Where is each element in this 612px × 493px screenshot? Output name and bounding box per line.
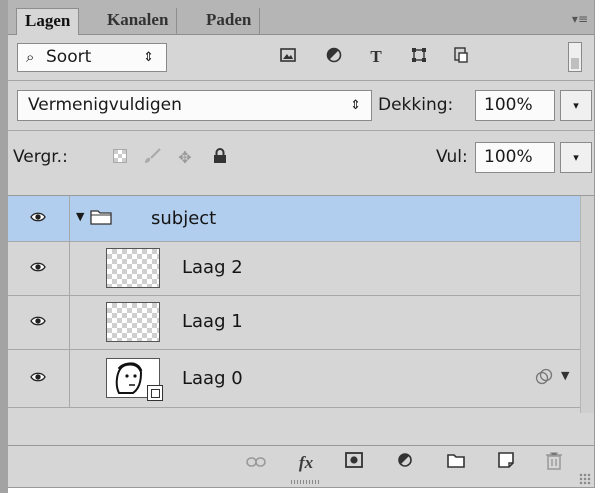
layer-row-laag-0[interactable]: Laag 0 ▼ [8,350,594,408]
layer-thumbnail[interactable] [106,358,163,401]
layer-row-laag-1[interactable]: Laag 1 [8,296,594,350]
visibility-toggle[interactable] [8,242,70,295]
eye-icon [30,315,46,331]
lock-pixels-icon[interactable] [142,148,162,168]
left-edge-bar [0,0,8,493]
delete-layer-icon[interactable] [542,452,566,474]
smart-object-badge-icon [147,385,163,401]
image-filter-icon[interactable] [278,47,298,67]
fill-label: Vul: [436,147,468,167]
shape-filter-icon[interactable] [409,47,429,67]
layer-name: Laag 1 [182,311,243,332]
layer-name: Laag 2 [182,257,243,278]
bottom-toolbar: fx [8,445,594,488]
blend-mode-select[interactable]: Vermenigvuldigen ⇕ [17,90,372,121]
smart-filter-icon[interactable] [535,368,553,390]
layer-name: Laag 0 [182,368,243,389]
lock-position-icon[interactable]: ✥ [175,148,195,168]
opacity-label: Dekking: [378,95,454,115]
divider [8,130,594,131]
new-layer-icon[interactable] [494,452,518,474]
opacity-dropdown-button[interactable]: ▾ [560,90,592,121]
type-filter-icon[interactable]: T [366,47,386,67]
folder-icon [90,209,112,229]
layers-scrollbar[interactable] [580,196,594,413]
expand-triangle-icon[interactable]: ▼ [76,210,84,223]
eye-icon [30,261,46,277]
visibility-toggle[interactable] [8,350,70,407]
add-mask-icon[interactable] [342,452,366,474]
layer-row-laag-2[interactable]: Laag 2 [8,242,594,296]
panel-menu-icon[interactable]: ▾≡ [572,12,588,26]
tab-kanalen[interactable]: Kanalen [99,8,178,34]
corner-resize-handle[interactable] [579,473,591,485]
layer-thumbnail[interactable] [106,302,160,342]
link-layers-icon[interactable] [244,452,268,474]
search-icon: ⌕ [26,48,35,66]
filter-toggle-switch[interactable] [568,42,582,72]
fx-icon[interactable]: fx [294,452,318,474]
eye-icon [30,371,46,387]
select-arrows-icon: ⇕ [350,98,361,113]
opacity-input[interactable]: 100% [475,90,555,121]
filter-kind-label: Soort [46,47,92,67]
fill-input[interactable]: 100% [475,142,555,173]
new-adjustment-icon[interactable] [394,452,418,474]
fill-dropdown-button[interactable]: ▾ [560,142,592,173]
layer-name: subject [151,208,217,229]
visibility-toggle[interactable] [8,196,70,241]
tab-lagen[interactable]: Lagen [16,8,80,35]
lock-transparency-icon[interactable] [110,148,130,168]
layers-list: ▼ subject Laag 2 Laag 1 Laag 0 ▼ [8,195,594,413]
tab-strip: Lagen Kanalen Paden ▾≡ [8,0,594,35]
lock-all-icon[interactable] [210,148,230,168]
layer-thumbnail[interactable] [106,248,160,288]
lock-label: Vergr.: [13,147,68,167]
eye-icon [30,211,46,227]
blend-mode-value: Vermenigvuldigen [28,95,182,115]
adjustment-filter-icon[interactable] [324,47,344,67]
resize-grip[interactable] [291,480,321,484]
new-group-icon[interactable] [444,452,468,474]
divider [8,80,594,81]
expand-effects-icon[interactable]: ▼ [561,369,569,382]
tab-paden[interactable]: Paden [198,8,261,34]
layers-panel: Lagen Kanalen Paden ▾≡ ⌕ Soort ⇕ T Verme… [8,0,595,488]
visibility-toggle[interactable] [8,296,70,349]
filter-kind-select[interactable]: ⌕ Soort ⇕ [17,43,167,72]
select-arrows-icon: ⇕ [143,50,154,65]
layer-row-subject[interactable]: ▼ subject [8,196,594,242]
smart-object-filter-icon[interactable] [451,47,471,67]
